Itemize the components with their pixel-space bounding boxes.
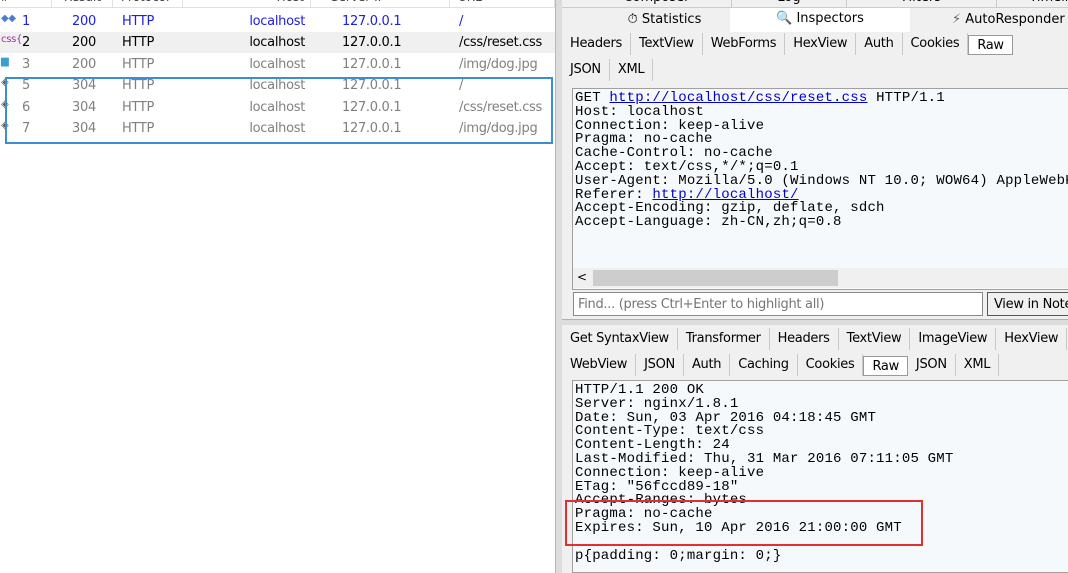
session-row[interactable]: css{2 200 HTTP localhost 127.0.0.1/css/reset… bbox=[0, 32, 555, 54]
tab-log[interactable]: Log bbox=[732, 0, 847, 8]
cell-url: /css/reset.css bbox=[459, 35, 543, 51]
image-icon: ▆ bbox=[1, 55, 9, 67]
highlight-box-cache-headers bbox=[565, 500, 923, 546]
cell-url: / bbox=[459, 14, 464, 29]
scroll-left-icon[interactable]: < bbox=[577, 270, 587, 284]
tab-json[interactable]: JSON bbox=[908, 354, 956, 376]
css-icon: css{ bbox=[1, 34, 23, 46]
tab-filters[interactable]: Filters bbox=[847, 0, 997, 8]
cell-srv: 127.0.0.1 bbox=[342, 56, 402, 72]
cell-proto: HTTP bbox=[122, 56, 155, 72]
tab-webforms[interactable]: WebForms bbox=[703, 33, 786, 55]
view-in-notepad-button[interactable]: View in Notepad bbox=[987, 292, 1068, 316]
cell-proto: HTTP bbox=[122, 35, 155, 51]
tab-webview[interactable]: WebView bbox=[562, 354, 637, 376]
request-version: HTTP/1.1 bbox=[876, 90, 945, 106]
text-line: p{padding: 0;margin: 0;} bbox=[575, 547, 782, 564]
tab-imageview[interactable]: ImageView bbox=[910, 328, 997, 350]
sessions-list[interactable]: # Result Protocol Host Server IP URL ◆◆ 1… bbox=[0, 0, 555, 573]
tab-xml[interactable]: XML bbox=[956, 354, 1000, 376]
cell-id: 2 bbox=[22, 35, 30, 51]
stopwatch-icon: ⏱ bbox=[627, 12, 638, 27]
sessions-header: # Result Protocol Host Server IP URL bbox=[0, 0, 555, 8]
col-protocol[interactable]: Protocol bbox=[113, 0, 183, 8]
tab-cookies[interactable]: Cookies bbox=[798, 354, 864, 376]
tab-textview[interactable]: TextView bbox=[631, 33, 703, 55]
main-tabs: ⏱ Statistics 🔍 Inspectors ⚡ AutoResponde… bbox=[562, 8, 1068, 32]
tab-json[interactable]: JSON bbox=[562, 59, 610, 81]
session-row[interactable]: ▆ 3 200 HTTP localhost 127.0.0.1/img/dog.jpg bbox=[0, 54, 555, 75]
html-arrows-icon: ◆◆ bbox=[1, 13, 16, 24]
tab-composer[interactable]: Composer bbox=[582, 0, 732, 8]
tab-caching[interactable]: Caching bbox=[730, 354, 798, 376]
cell-id: 3 bbox=[22, 56, 30, 72]
cell-res: 200 bbox=[72, 56, 96, 72]
splitter[interactable] bbox=[555, 0, 562, 573]
top-tabs: Composer Log Filters Timeline bbox=[562, 0, 1068, 8]
tab-hexview[interactable]: HexView bbox=[785, 33, 857, 55]
tab-headers[interactable]: Headers bbox=[770, 328, 839, 350]
cell-proto: HTTP bbox=[122, 14, 155, 29]
request-raw-text[interactable]: GET http://localhost/css/reset.css HTTP/… bbox=[572, 88, 1068, 290]
cell-res: 200 bbox=[72, 35, 96, 51]
col-result[interactable]: Result bbox=[52, 0, 113, 8]
find-input[interactable] bbox=[573, 292, 983, 316]
tab-auth[interactable]: Auth bbox=[856, 33, 903, 55]
tab-auth[interactable]: Auth bbox=[684, 354, 731, 376]
cell-id: 1 bbox=[22, 14, 30, 29]
text-line: Accept-Language: zh-CN,zh;q=0.8 bbox=[575, 214, 842, 231]
tab-xml[interactable]: XML bbox=[610, 59, 654, 81]
tab-textview[interactable]: TextView bbox=[839, 328, 911, 350]
tab-cookies[interactable]: Cookies bbox=[903, 33, 969, 55]
col-server[interactable]: Server IP bbox=[311, 0, 450, 8]
horizontal-splitter[interactable] bbox=[562, 319, 1068, 325]
col-url[interactable]: URL bbox=[450, 0, 555, 8]
cell-host: localhost bbox=[249, 14, 305, 29]
lightning-icon: ⚡ bbox=[952, 12, 962, 27]
col-id[interactable]: # bbox=[0, 0, 52, 8]
cell-host: localhost bbox=[249, 56, 305, 72]
col-host[interactable]: Host bbox=[183, 0, 311, 8]
cell-url: /img/dog.jpg bbox=[459, 56, 538, 72]
highlight-box-304 bbox=[5, 77, 553, 144]
tab-timeline[interactable]: Timeline bbox=[997, 0, 1068, 8]
tab-hexview[interactable]: HexView bbox=[996, 328, 1068, 350]
cell-srv: 127.0.0.1 bbox=[342, 14, 402, 29]
scrollbar-thumb[interactable] bbox=[593, 270, 838, 286]
tab-statistics[interactable]: ⏱ Statistics bbox=[602, 8, 727, 32]
inspect-icon: 🔍 bbox=[776, 11, 793, 26]
tab-autoresponder[interactable]: ⚡ AutoResponder bbox=[952, 8, 1068, 32]
cell-res: 200 bbox=[72, 14, 96, 29]
tab-inspectors[interactable]: 🔍 Inspectors bbox=[730, 8, 910, 32]
tab-raw[interactable]: Raw bbox=[863, 356, 908, 376]
cell-host: localhost bbox=[249, 35, 305, 51]
tab-raw[interactable]: Raw bbox=[968, 35, 1013, 55]
inspector-pane: Composer Log Filters Timeline ⏱ Statisti… bbox=[562, 0, 1068, 573]
horizontal-scrollbar[interactable]: < bbox=[573, 268, 1068, 288]
tab-get-syntaxview[interactable]: Get SyntaxView bbox=[562, 328, 678, 350]
tab-headers[interactable]: Headers bbox=[562, 33, 632, 55]
tab-json[interactable]: JSON bbox=[636, 354, 684, 376]
session-row[interactable]: ◆◆ 1 200 HTTP localhost 127.0.0.1 / bbox=[0, 11, 555, 32]
tab-transformer[interactable]: Transformer bbox=[678, 328, 770, 350]
cell-srv: 127.0.0.1 bbox=[342, 35, 402, 51]
